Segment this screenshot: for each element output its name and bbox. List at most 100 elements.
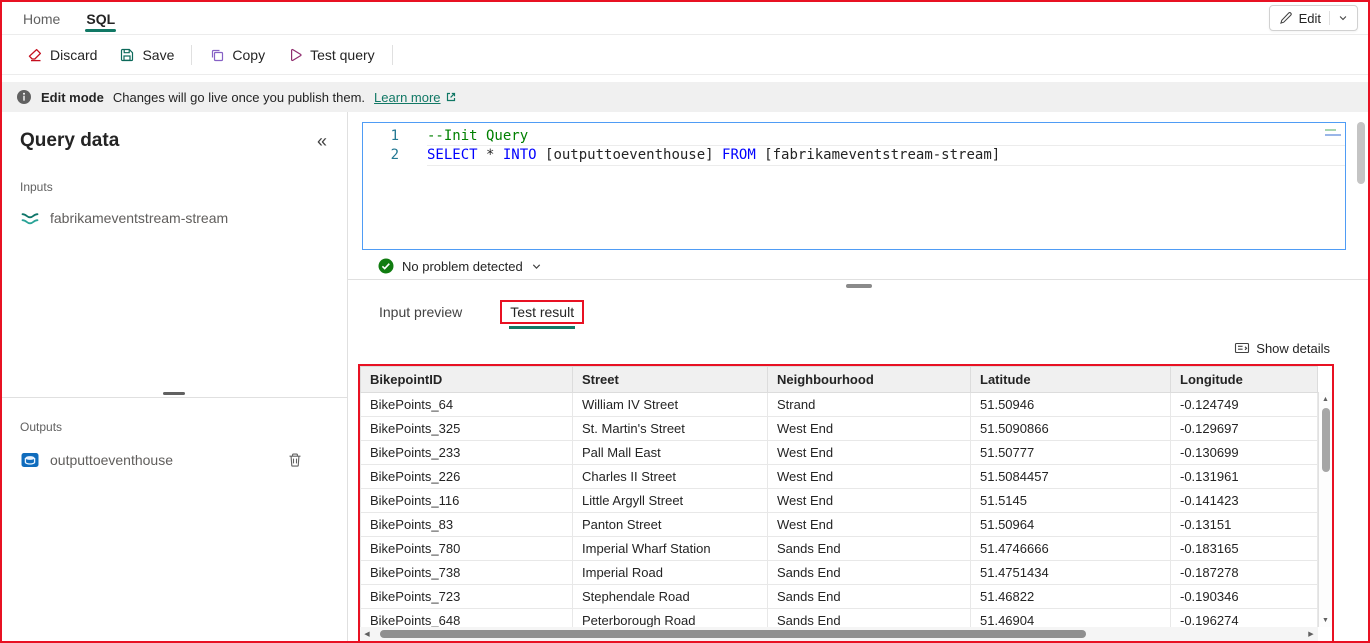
table-row: BikePoints_780 Imperial Wharf Station Sa…: [361, 537, 1318, 561]
tab-input-preview[interactable]: Input preview: [377, 300, 464, 324]
pane-scroll-thumb[interactable]: [1357, 122, 1365, 184]
table-row: BikePoints_738 Imperial Road Sands End 5…: [361, 561, 1318, 585]
play-icon: [287, 47, 303, 63]
table-cell: 51.4746666: [971, 537, 1171, 561]
info-icon: [16, 89, 32, 105]
table-cell: Panton Street: [573, 513, 768, 537]
table-cell: BikePoints_233: [361, 441, 573, 465]
table-cell: -0.141423: [1171, 489, 1318, 513]
result-table-body: BikePoints_64 William IV Street Strand 5…: [361, 393, 1318, 633]
table-cell: West End: [768, 513, 971, 537]
column-header-bikepointid: BikepointID: [361, 367, 573, 393]
line-number: 1: [363, 127, 399, 146]
table-cell: -0.13151: [1171, 513, 1318, 537]
save-icon: [119, 47, 135, 63]
annotation-box-result-table: BikepointID Street Neighbourhood Latitud…: [358, 364, 1334, 643]
problem-status-bar[interactable]: No problem detected: [348, 253, 1370, 280]
top-tab-bar: Home SQL Edit: [0, 0, 1370, 34]
test-query-button[interactable]: Test query: [276, 41, 386, 69]
table-cell: 51.5145: [971, 489, 1171, 513]
table-cell: 51.4751434: [971, 561, 1171, 585]
table-row: BikePoints_83 Panton Street West End 51.…: [361, 513, 1318, 537]
scroll-right-arrow-icon[interactable]: ▶: [1304, 627, 1318, 641]
table-cell: Stephendale Road: [573, 585, 768, 609]
query-data-sidebar: Query data « Inputs fabrikameventstream-…: [0, 112, 348, 643]
eventstream-icon: [20, 208, 40, 228]
edit-button-label: Edit: [1299, 11, 1321, 26]
table-cell: BikePoints_83: [361, 513, 573, 537]
divider: [1329, 11, 1330, 25]
chevron-down-icon[interactable]: [1338, 13, 1348, 23]
table-cell: 51.50964: [971, 513, 1171, 537]
scroll-down-arrow-icon[interactable]: ▼: [1319, 613, 1333, 627]
sidebar-title: Query data: [20, 130, 119, 152]
table-cell: Imperial Road: [573, 561, 768, 585]
table-row: BikePoints_325 St. Martin's Street West …: [361, 417, 1318, 441]
table-cell: Strand: [768, 393, 971, 417]
sql-code-editor[interactable]: 1 2 --Init Query SELECT * INTO [outputto…: [362, 122, 1346, 250]
discard-button[interactable]: Discard: [16, 41, 108, 69]
table-cell: BikePoints_226: [361, 465, 573, 489]
table-cell: William IV Street: [573, 393, 768, 417]
table-cell: 51.5084457: [971, 465, 1171, 489]
table-cell: Charles II Street: [573, 465, 768, 489]
table-cell: BikePoints_116: [361, 489, 573, 513]
pane-vertical-scrollbar[interactable]: [1355, 120, 1367, 635]
table-cell: BikePoints_738: [361, 561, 573, 585]
table-cell: Pall Mall East: [573, 441, 768, 465]
external-link-icon: [445, 91, 457, 103]
sidebar-item-eventhouse-output[interactable]: outputtoeventhouse: [0, 444, 347, 476]
check-circle-icon: [378, 258, 394, 274]
sidebar-item-eventstream-input[interactable]: fabrikameventstream-stream: [0, 204, 347, 232]
delete-output-button[interactable]: [287, 452, 303, 468]
table-cell: 51.50777: [971, 441, 1171, 465]
input-name-label: fabrikameventstream-stream: [50, 210, 228, 226]
table-cell: -0.129697: [1171, 417, 1318, 441]
save-button[interactable]: Save: [108, 41, 185, 69]
code-area[interactable]: --Init Query SELECT * INTO [outputtoeven…: [413, 123, 1345, 249]
table-cell: Sands End: [768, 561, 971, 585]
table-cell: BikePoints_325: [361, 417, 573, 441]
scroll-up-arrow-icon[interactable]: ▲: [1319, 392, 1333, 406]
line-number: 2: [363, 146, 399, 165]
table-cell: BikePoints_64: [361, 393, 573, 417]
collapse-sidebar-button[interactable]: «: [317, 132, 327, 150]
copy-label: Copy: [232, 47, 265, 63]
divider: [191, 45, 192, 65]
horizontal-scroll-thumb[interactable]: [380, 630, 1086, 638]
discard-icon: [27, 47, 43, 63]
table-cell: BikePoints_723: [361, 585, 573, 609]
table-cell: West End: [768, 489, 971, 513]
vertical-scroll-thumb[interactable]: [1322, 408, 1330, 472]
show-details-button[interactable]: Show details: [1234, 340, 1330, 356]
table-horizontal-scrollbar[interactable]: ◀ ▶: [360, 627, 1318, 641]
editor-minimap[interactable]: [1322, 124, 1344, 196]
test-query-label: Test query: [310, 47, 375, 63]
banner-title: Edit mode: [41, 90, 104, 105]
tab-home[interactable]: Home: [10, 4, 73, 34]
editor-and-results-pane: 1 2 --Init Query SELECT * INTO [outputto…: [348, 112, 1370, 643]
main-area: Query data « Inputs fabrikameventstream-…: [0, 112, 1370, 643]
table-vertical-scrollbar[interactable]: ▲ ▼: [1318, 392, 1332, 627]
edit-button[interactable]: Edit: [1269, 5, 1358, 31]
output-name-label: outputtoeventhouse: [50, 452, 173, 468]
table-cell: -0.187278: [1171, 561, 1318, 585]
divider: [392, 45, 393, 65]
copy-icon: [209, 47, 225, 63]
scroll-left-arrow-icon[interactable]: ◀: [360, 627, 374, 641]
chevron-down-icon[interactable]: [531, 261, 542, 272]
edit-mode-banner: Edit mode Changes will go live once you …: [0, 82, 1370, 112]
table-cell: -0.130699: [1171, 441, 1318, 465]
learn-more-label: Learn more: [374, 90, 440, 105]
table-cell: BikePoints_780: [361, 537, 573, 561]
table-cell: Sands End: [768, 585, 971, 609]
pane-splitter-handle[interactable]: [846, 284, 872, 288]
tab-test-result[interactable]: Test result: [500, 300, 584, 324]
column-header-neighbourhood: Neighbourhood: [768, 367, 971, 393]
copy-button[interactable]: Copy: [198, 41, 276, 69]
column-header-street: Street: [573, 367, 768, 393]
table-cell: 51.50946: [971, 393, 1171, 417]
learn-more-link[interactable]: Learn more: [374, 90, 456, 105]
sidebar-resize-handle[interactable]: [163, 392, 185, 395]
tab-sql[interactable]: SQL: [73, 4, 128, 34]
